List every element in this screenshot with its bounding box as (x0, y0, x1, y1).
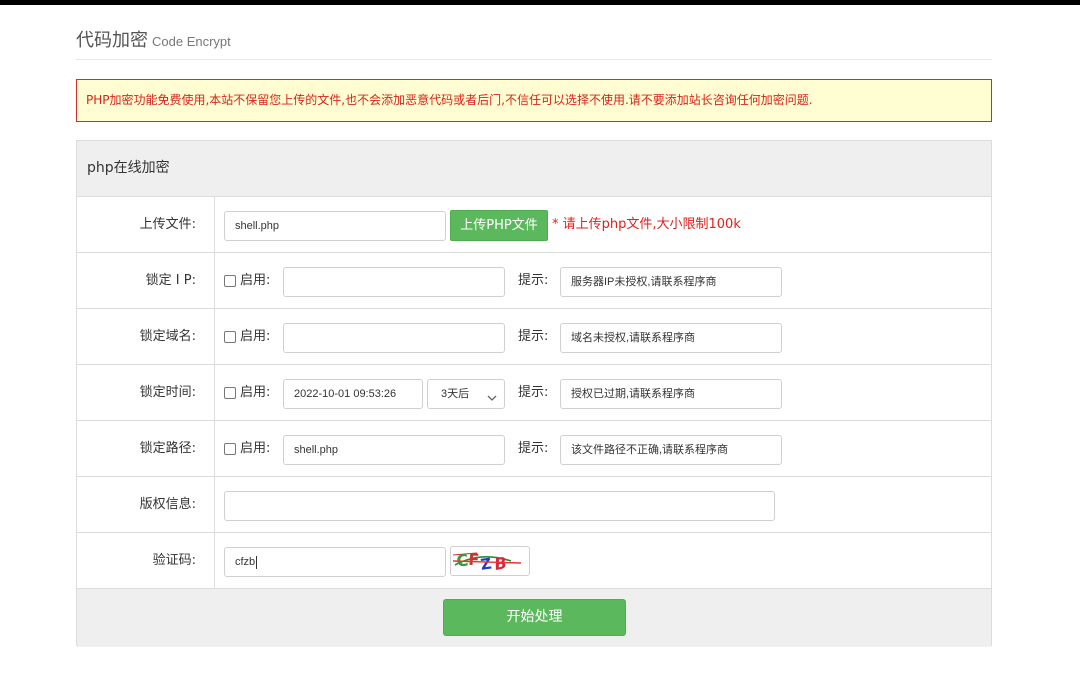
lock-path-hint-label: 提示: (518, 441, 549, 456)
lock-time-select[interactable]: 3天后 (427, 379, 505, 409)
lock-ip-hint-input[interactable]: 服务器IP未授权,请联系程序商 (560, 267, 782, 297)
lock-path-enable-label: 启用: (240, 441, 271, 456)
lock-path-enable-checkbox[interactable] (224, 443, 236, 455)
lock-domain-enable-checkbox[interactable] (224, 331, 236, 343)
captcha-image[interactable]: C F Z B (450, 546, 530, 576)
upload-php-button[interactable]: 上传PHP文件 (450, 210, 548, 241)
row-upload: 上传文件: shell.php 上传PHP文件 * 请上传php文件,大小限制1… (77, 197, 991, 253)
form-footer: 开始处理 (77, 589, 991, 647)
encrypt-form-panel: php在线加密 上传文件: shell.php 上传PHP文件 * 请上传php… (76, 140, 992, 647)
lock-time-hint-input[interactable]: 授权已过期,请联系程序商 (560, 379, 782, 409)
row-lock-ip: 锁定 I P: 启用: 提示: 服务器IP未授权,请联系程序商 (77, 253, 991, 309)
copyright-label: 版权信息: (77, 477, 215, 532)
lock-ip-label: 锁定 I P: (77, 253, 215, 308)
captcha-char-4: B (493, 553, 508, 574)
lock-time-label: 锁定时间: (77, 365, 215, 420)
notice-alert: PHP加密功能免费使用,本站不保留您上传的文件,也不会添加恶意代码或者后门,不信… (76, 79, 992, 122)
lock-ip-input[interactable] (283, 267, 505, 297)
lock-domain-label: 锁定域名: (77, 309, 215, 364)
lock-time-enable-checkbox[interactable] (224, 387, 236, 399)
panel-title: php在线加密 (77, 141, 991, 197)
row-lock-time: 锁定时间: 启用: 2022-10-01 09:53:26 3天后 提示: 授权… (77, 365, 991, 421)
upload-file-input[interactable]: shell.php (224, 211, 446, 241)
lock-path-input[interactable]: shell.php (283, 435, 505, 465)
lock-ip-hint-label: 提示: (518, 273, 549, 288)
chevron-down-icon (487, 387, 497, 408)
lock-time-enable-label: 启用: (240, 385, 271, 400)
captcha-char-2: F (468, 550, 480, 570)
upload-label: 上传文件: (77, 197, 215, 252)
top-bar (0, 0, 1080, 5)
lock-time-hint-label: 提示: (518, 385, 549, 400)
copyright-input[interactable] (224, 491, 775, 521)
lock-ip-enable-label: 启用: (240, 273, 271, 288)
lock-ip-enable-checkbox[interactable] (224, 275, 236, 287)
lock-domain-enable-label: 启用: (240, 329, 271, 344)
start-process-button[interactable]: 开始处理 (443, 599, 626, 636)
lock-time-input[interactable]: 2022-10-01 09:53:26 (283, 379, 423, 409)
upload-note: * 请上传php文件,大小限制100k (552, 217, 741, 232)
row-copyright: 版权信息: (77, 477, 991, 533)
text-cursor (256, 555, 258, 569)
captcha-input[interactable]: cfzb (224, 547, 446, 577)
page-subtitle: Code Encrypt (152, 34, 231, 49)
row-lock-domain: 锁定域名: 启用: 提示: 域名未授权,请联系程序商 (77, 309, 991, 365)
page-header: 代码加密 Code Encrypt (76, 26, 992, 60)
lock-time-select-value: 3天后 (441, 388, 470, 400)
lock-path-hint-input[interactable]: 该文件路径不正确,请联系程序商 (560, 435, 782, 465)
row-captcha: 验证码: cfzb C F Z B (77, 533, 991, 589)
captcha-input-value: cfzb (235, 556, 256, 568)
lock-domain-hint-input[interactable]: 域名未授权,请联系程序商 (560, 323, 782, 353)
page-title: 代码加密 (76, 30, 148, 51)
captcha-label: 验证码: (77, 533, 215, 588)
lock-path-label: 锁定路径: (77, 421, 215, 476)
lock-domain-input[interactable] (283, 323, 505, 353)
lock-domain-hint-label: 提示: (518, 329, 549, 344)
row-lock-path: 锁定路径: 启用: shell.php 提示: 该文件路径不正确,请联系程序商 (77, 421, 991, 477)
